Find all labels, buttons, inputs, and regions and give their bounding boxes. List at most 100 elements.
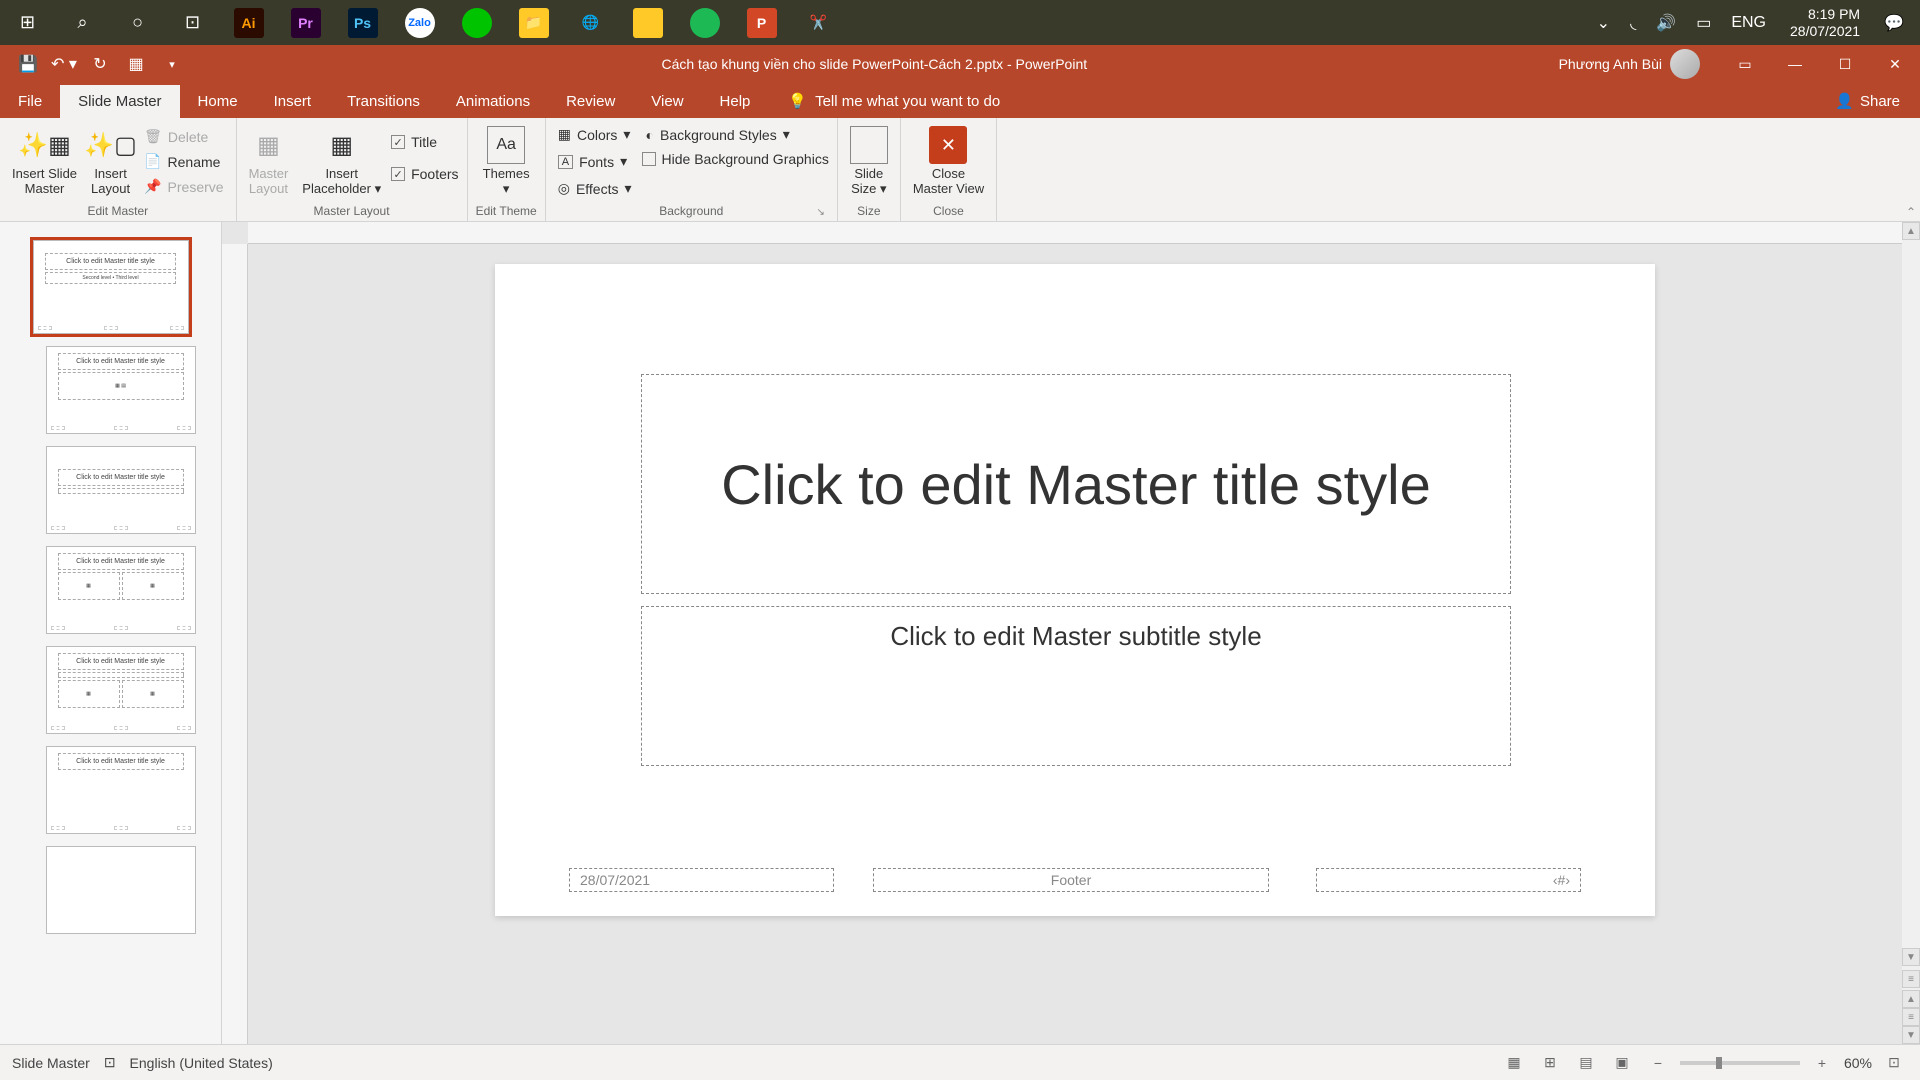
group-background: ▦Colors ▾ AFonts ▾ ◎Effects ▾ ◐Backgroun… [546, 118, 838, 221]
title-placeholder[interactable]: Click to edit Master title style [641, 374, 1511, 594]
layout-thumbnail[interactable]: Click to edit Master title style▦▦ [46, 546, 196, 634]
fit-to-window-button[interactable]: ⊡ [1880, 1051, 1908, 1075]
share-button[interactable]: 👤 Share [1815, 84, 1920, 118]
rename-button[interactable]: 📄Rename [140, 151, 227, 172]
group-label: Edit Theme [476, 201, 537, 221]
delete-button[interactable]: 🗑Delete [140, 126, 227, 147]
system-clock[interactable]: 8:19 PM 28/07/2021 [1780, 6, 1870, 40]
insert-layout-button[interactable]: ✨▢Insert Layout [87, 124, 134, 198]
tab-review[interactable]: Review [548, 85, 633, 118]
snip-app[interactable]: ✂️ [790, 0, 847, 45]
master-layout-button[interactable]: ▦Master Layout [245, 124, 293, 198]
battery-icon[interactable]: ▭ [1690, 13, 1717, 33]
status-mode: Slide Master [12, 1055, 90, 1071]
notes-app[interactable] [619, 0, 676, 45]
tab-file[interactable]: File [0, 85, 60, 118]
tab-transitions[interactable]: Transitions [329, 85, 438, 118]
bg-styles-icon: ◐ [646, 127, 654, 143]
qat-customize-button[interactable]: ▾ [154, 45, 190, 83]
thumbnail-panel[interactable]: Click to edit Master title style Second … [0, 222, 222, 1044]
close-master-view-button[interactable]: ✕Close Master View [909, 124, 988, 198]
hide-bg-checkbox[interactable]: Hide Background Graphics [642, 151, 829, 167]
zoom-out-button[interactable]: − [1644, 1051, 1672, 1075]
slide-canvas[interactable]: Click to edit Master title style Click t… [495, 264, 1655, 916]
spotify-app[interactable] [676, 0, 733, 45]
slideshow-button[interactable]: ▦ [118, 45, 154, 83]
cortana-icon[interactable]: ○ [110, 0, 165, 45]
tab-help[interactable]: Help [702, 85, 769, 118]
line-app[interactable] [448, 0, 505, 45]
close-button[interactable]: ✕ [1870, 45, 1920, 83]
colors-button[interactable]: ▦Colors ▾ [554, 124, 636, 145]
footers-checkbox[interactable]: ✓Footers [391, 166, 458, 182]
tab-insert[interactable]: Insert [256, 85, 330, 118]
group-size: Slide Size ▾ Size [838, 118, 901, 221]
tell-me-search[interactable]: 💡 Tell me what you want to do [778, 84, 1010, 118]
save-button[interactable]: 💾 [10, 45, 46, 83]
ribbon-options-button[interactable]: ▭ [1720, 45, 1770, 83]
minimize-button[interactable]: ― [1770, 45, 1820, 83]
undo-button[interactable]: ↶ ▾ [46, 45, 82, 83]
powerpoint-app[interactable]: P [733, 0, 790, 45]
maximize-button[interactable]: ☐ [1820, 45, 1870, 83]
vertical-ruler[interactable] [222, 244, 248, 1044]
avatar[interactable] [1670, 49, 1700, 79]
status-language[interactable]: English (United States) [130, 1055, 273, 1071]
tray-expand-icon[interactable]: ⌄ [1591, 13, 1616, 33]
layout-thumbnail[interactable]: Click to edit Master title style [46, 446, 196, 534]
master-thumbnail[interactable]: Click to edit Master title style Second … [33, 240, 189, 334]
tab-animations[interactable]: Animations [438, 85, 548, 118]
language-indicator[interactable]: ENG [1725, 14, 1772, 32]
footer-placeholder[interactable]: Footer [873, 868, 1269, 892]
delete-icon: 🗑 [144, 128, 162, 145]
zalo-app[interactable]: Zalo [391, 0, 448, 45]
user-name[interactable]: Phương Anh Bùi [1559, 56, 1662, 72]
horizontal-ruler[interactable] [248, 222, 1902, 244]
slideshow-view-button[interactable]: ▣ [1608, 1051, 1636, 1075]
photoshop-app[interactable]: Ps [334, 0, 391, 45]
background-styles-button[interactable]: ◐Background Styles ▾ [642, 124, 829, 145]
effects-button[interactable]: ◎Effects ▾ [554, 178, 636, 199]
layout-thumbnail[interactable]: Click to edit Master title style [46, 746, 196, 834]
zoom-slider[interactable] [1680, 1061, 1800, 1065]
insert-placeholder-button[interactable]: ▦Insert Placeholder ▾ [298, 124, 385, 199]
slide-sorter-button[interactable]: ⊞ [1536, 1051, 1564, 1075]
layout-thumbnail[interactable]: Click to edit Master title style▦▦ [46, 646, 196, 734]
slide-size-button[interactable]: Slide Size ▾ [846, 124, 892, 199]
themes-button[interactable]: AaThemes▾ [479, 124, 534, 199]
zoom-in-button[interactable]: + [1808, 1051, 1836, 1075]
accessibility-icon[interactable]: ⊡ [104, 1054, 116, 1071]
edge-app[interactable]: 🌐 [562, 0, 619, 45]
tab-view[interactable]: View [633, 85, 701, 118]
windows-taskbar: ⊞ ⌕ ○ ⊡ Ai Pr Ps Zalo 📁 🌐 P ✂️ ⌄ ◟ 🔊 ▭ E… [0, 0, 1920, 45]
vertical-scrollbar[interactable]: ▲ ▼ ≡ ▲ ≡ ▼ [1902, 222, 1920, 1044]
notifications-icon[interactable]: 💬 [1878, 13, 1910, 33]
dialog-launcher[interactable]: ↘ [816, 207, 824, 218]
layout-thumbnail[interactable]: Click to edit Master title style▦ ▤ [46, 346, 196, 434]
effects-icon: ◎ [558, 180, 570, 197]
fonts-button[interactable]: AFonts ▾ [554, 151, 636, 172]
search-icon[interactable]: ⌕ [55, 0, 110, 45]
explorer-app[interactable]: 📁 [505, 0, 562, 45]
subtitle-placeholder[interactable]: Click to edit Master subtitle style [641, 606, 1511, 766]
title-checkbox[interactable]: ✓Title [391, 134, 458, 150]
zoom-level[interactable]: 60% [1844, 1055, 1872, 1071]
volume-icon[interactable]: 🔊 [1650, 13, 1682, 33]
layout-thumbnail[interactable] [46, 846, 196, 934]
start-button[interactable]: ⊞ [0, 0, 55, 45]
date-placeholder[interactable]: 28/07/2021 [569, 868, 834, 892]
wifi-icon[interactable]: ◟ [1624, 13, 1642, 33]
collapse-ribbon-button[interactable]: ⌃ [1906, 205, 1916, 219]
normal-view-button[interactable]: ▦ [1500, 1051, 1528, 1075]
premiere-app[interactable]: Pr [277, 0, 334, 45]
fonts-icon: A [558, 155, 573, 169]
slide-number-placeholder[interactable]: ‹#› [1316, 868, 1581, 892]
insert-slide-master-button[interactable]: ✨▦Insert Slide Master [8, 124, 81, 198]
preserve-button[interactable]: 📌Preserve [140, 176, 227, 197]
illustrator-app[interactable]: Ai [220, 0, 277, 45]
task-view-icon[interactable]: ⊡ [165, 0, 220, 45]
redo-button[interactable]: ↻ [82, 45, 118, 83]
reading-view-button[interactable]: ▤ [1572, 1051, 1600, 1075]
tab-home[interactable]: Home [180, 85, 256, 118]
tab-slide-master[interactable]: Slide Master [60, 85, 179, 118]
